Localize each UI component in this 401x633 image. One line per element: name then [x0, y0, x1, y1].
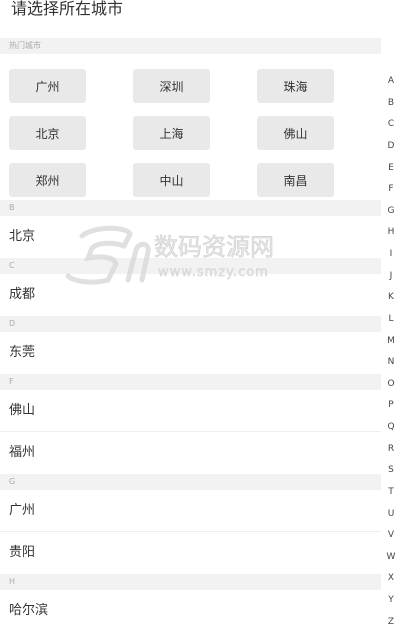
index-letter[interactable]: B: [388, 98, 394, 109]
section-header: F: [0, 374, 381, 390]
index-letter[interactable]: A: [388, 76, 394, 87]
hot-city-button[interactable]: 南昌: [257, 163, 334, 197]
hot-city-button[interactable]: 郑州: [9, 163, 86, 197]
index-letter[interactable]: Q: [387, 422, 394, 433]
index-letter[interactable]: I: [390, 249, 393, 260]
hot-city-button[interactable]: 佛山: [257, 116, 334, 150]
index-letter[interactable]: G: [388, 206, 395, 217]
index-letter[interactable]: Z: [388, 617, 394, 628]
hot-cities-header: 热门城市: [0, 38, 381, 54]
index-letter[interactable]: X: [388, 573, 394, 584]
index-letter[interactable]: C: [388, 119, 394, 130]
index-letter[interactable]: L: [388, 314, 393, 325]
index-letter[interactable]: T: [388, 487, 394, 498]
section-header: D: [0, 316, 381, 332]
index-letter[interactable]: E: [388, 163, 394, 174]
city-row[interactable]: 福州: [0, 432, 381, 474]
index-letter[interactable]: K: [388, 292, 394, 303]
index-letter[interactable]: F: [388, 184, 393, 195]
alphabet-index-bar[interactable]: A B C D E F G H I J K L M N O P Q R S T …: [381, 76, 401, 628]
hot-city-button[interactable]: 中山: [133, 163, 210, 197]
index-letter[interactable]: R: [388, 444, 394, 455]
city-row[interactable]: 哈尔滨: [0, 590, 381, 632]
section-header: H: [0, 574, 381, 590]
hot-city-button[interactable]: 北京: [9, 116, 86, 150]
title-bar: 请选择所在城市: [0, 0, 401, 28]
city-row[interactable]: 成都: [0, 274, 381, 316]
index-letter[interactable]: P: [388, 400, 393, 411]
page-title: 请选择所在城市: [11, 0, 124, 18]
index-letter[interactable]: N: [388, 357, 395, 368]
section-header: C: [0, 258, 381, 274]
city-row[interactable]: 贵阳: [0, 532, 381, 574]
index-letter[interactable]: U: [388, 509, 395, 520]
index-letter[interactable]: S: [388, 465, 394, 476]
city-row[interactable]: 东莞: [0, 332, 381, 374]
index-letter[interactable]: W: [387, 552, 396, 563]
index-letter[interactable]: M: [387, 336, 395, 347]
hot-city-button[interactable]: 珠海: [257, 69, 334, 103]
city-row[interactable]: 北京: [0, 216, 381, 258]
index-letter[interactable]: Y: [388, 595, 394, 606]
index-letter[interactable]: V: [388, 530, 394, 541]
section-header: G: [0, 474, 381, 490]
index-letter[interactable]: D: [388, 141, 395, 152]
city-row[interactable]: 佛山: [0, 390, 381, 432]
index-letter[interactable]: O: [387, 379, 394, 390]
city-row[interactable]: 广州: [0, 490, 381, 532]
section-header: B: [0, 200, 381, 216]
index-letter[interactable]: J: [390, 271, 393, 282]
index-letter[interactable]: H: [388, 227, 395, 238]
hot-city-button[interactable]: 广州: [9, 69, 86, 103]
hot-city-button[interactable]: 深圳: [133, 69, 210, 103]
hot-cities-grid: 广州 深圳 珠海 北京 上海 佛山 郑州 中山 南昌: [0, 54, 381, 200]
hot-city-button[interactable]: 上海: [133, 116, 210, 150]
city-list[interactable]: 热门城市 广州 深圳 珠海 北京 上海 佛山 郑州 中山 南昌 B 北京 C 成…: [0, 38, 381, 633]
